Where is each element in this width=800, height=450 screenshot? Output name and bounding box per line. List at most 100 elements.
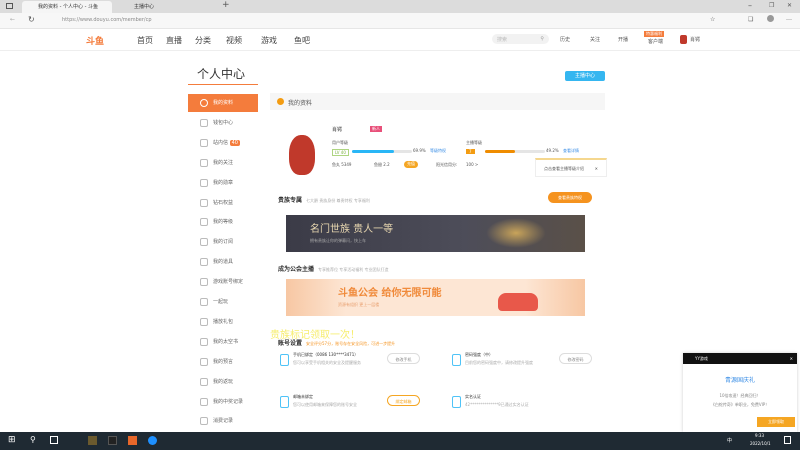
app-icon[interactable] xyxy=(108,436,117,445)
sidebar-item-icon xyxy=(200,337,208,346)
sidebar-item-label: 钻石权益 xyxy=(213,199,234,206)
close-icon[interactable]: ✕ xyxy=(595,166,598,171)
noble-title: 贵族专属 xyxy=(278,197,303,204)
sidebar-item[interactable]: 消费记录 xyxy=(188,412,258,430)
tab-my-profile[interactable]: 我的资料 - 个人中心 - 斗鱼 xyxy=(22,1,112,13)
account-item-desc: 您可以享受手机相关的安全及提醒服务 xyxy=(293,360,361,365)
user-name-menu[interactable]: 肖锷 xyxy=(690,36,700,43)
account-item-desc: 您可以使用邮箱来保障您的账号安全 xyxy=(293,402,357,407)
restore-button[interactable]: ❐ xyxy=(769,2,774,9)
avatar[interactable] xyxy=(289,135,315,175)
edge-icon[interactable] xyxy=(148,436,157,445)
sidebar-item[interactable]: 钱包中心 xyxy=(188,114,258,132)
close-window-button[interactable]: ✕ xyxy=(787,2,792,9)
minimize-button[interactable]: – xyxy=(748,1,752,10)
sidebar-item-label: 站内信 xyxy=(213,139,229,146)
address-bar: ← ↻ https://www.douyu.com/member/cp ☆ ❏ … xyxy=(0,13,800,29)
account-item-title: 实名认证 xyxy=(465,394,481,399)
account-item-button[interactable]: 修改手机 xyxy=(387,353,420,364)
search-icon[interactable]: ⚲ xyxy=(540,36,544,42)
nav-home[interactable]: 首页 xyxy=(137,35,153,46)
user-level-progress xyxy=(352,150,412,153)
nav-game[interactable]: 游戏 xyxy=(261,35,277,46)
sidebar-item[interactable]: 我的太空书 xyxy=(188,333,258,351)
notification-icon[interactable] xyxy=(784,436,791,444)
account-item-button[interactable]: 绑定邮箱 xyxy=(387,395,420,406)
sidebar-item[interactable]: 我的等级 xyxy=(188,213,258,231)
claim-now-button[interactable]: 立即领取 xyxy=(757,417,795,427)
sidebar-item-icon xyxy=(200,198,208,207)
guild-banner[interactable]: 斗鱼公会 给你无限可能 资源有组织 更上一层楼 xyxy=(286,279,585,316)
yy-game-popup: YY游戏 ✕ 青源国庆礼 10倍攻速！经典回归！ 《白蛇传奇》单职业，免费VIP！… xyxy=(683,353,797,432)
sidebar-item[interactable]: 我的中奖记录 xyxy=(188,393,258,411)
anchor-level-progress xyxy=(485,150,545,153)
nav-video[interactable]: 视频 xyxy=(226,35,242,46)
sidebar-item[interactable]: 我的预言 xyxy=(188,353,258,371)
sidebar-item[interactable]: 钻石权益 xyxy=(188,194,258,212)
account-item-icon xyxy=(452,354,461,366)
noble-section-title: 贵族专属 七大爵 贵族身份 尊贵特权 专享福利 xyxy=(278,195,370,204)
noble-banner[interactable]: 名门世族 贵人一等 拥有贵族让你的弹幕闪，快上车 xyxy=(286,215,585,252)
tab-actions-icon[interactable] xyxy=(6,3,13,9)
sidebar-item[interactable]: 游戏账号绑定 xyxy=(188,273,258,291)
app-icon[interactable] xyxy=(128,436,137,445)
credit-score[interactable]: 100 > xyxy=(466,162,478,167)
account-item-button[interactable]: 修改密码 xyxy=(559,353,592,364)
douyu-logo[interactable]: 斗鱼 xyxy=(86,34,122,47)
profile-icon[interactable] xyxy=(767,15,774,22)
anchor-center-button[interactable]: 主播中心 xyxy=(565,71,605,81)
collections-icon[interactable]: ❏ xyxy=(748,16,753,23)
view-noble-privilege-button[interactable]: 查看贵族特权 xyxy=(548,192,592,203)
clock-date[interactable]: 2022/10/1 xyxy=(750,441,771,446)
sidebar-item-icon xyxy=(200,298,208,306)
more-icon[interactable]: … xyxy=(786,15,792,22)
sidebar-item[interactable]: 我的返玩 xyxy=(188,373,258,391)
user-avatar[interactable] xyxy=(680,35,687,44)
favorites-icon[interactable]: ☆ xyxy=(710,16,715,23)
windows-start-icon[interactable]: ⊞ xyxy=(8,435,16,445)
sidebar-item[interactable]: 我的订阅 xyxy=(188,233,258,251)
client-link[interactable]: 客户端 xyxy=(648,38,663,45)
tab-anchor-center[interactable]: 主播中心 xyxy=(118,1,208,13)
sidebar-item[interactable]: 一起玩 xyxy=(188,293,258,311)
back-icon[interactable]: ← xyxy=(10,16,15,23)
sidebar-item-label: 我的太空书 xyxy=(213,338,239,345)
profile-header: 我的资料 xyxy=(270,93,605,110)
anchor-detail-link[interactable]: 查看详情 xyxy=(563,148,579,154)
sidebar-item-label: 我的预言 xyxy=(213,358,234,365)
nav-yuba[interactable]: 鱼吧 xyxy=(294,35,310,46)
sidebar-item-icon xyxy=(200,238,208,247)
sidebar-item-label: 我的等级 xyxy=(213,219,234,226)
sidebar-item[interactable]: 播放礼包 xyxy=(188,313,258,331)
credit-label: 阳光信用分: xyxy=(436,162,458,167)
new-tab-button[interactable]: + xyxy=(222,0,230,10)
search-taskbar-icon[interactable]: ⚲ xyxy=(30,435,36,444)
task-view-icon[interactable] xyxy=(50,436,58,444)
sidebar-item-label: 我的资料 xyxy=(213,100,234,106)
user-level-badge: LV 40 xyxy=(332,149,349,156)
page-title: 个人中心 xyxy=(197,67,246,81)
account-item: 邮箱未绑定 您可以使用邮箱来保障您的账号安全 绑定邮箱 xyxy=(280,394,430,418)
sidebar-item[interactable]: 我的关注 xyxy=(188,154,258,172)
sidebar-item[interactable]: 我的资料 xyxy=(188,94,258,112)
sidebar-item[interactable]: 我的道具 xyxy=(188,253,258,271)
fishball-count: 鱼丸 5349 xyxy=(332,162,352,167)
url-field[interactable]: https://www.douyu.com/member/cp xyxy=(62,17,152,23)
app-icon[interactable] xyxy=(88,436,97,445)
user-privilege-link[interactable]: 等级特权 xyxy=(430,148,446,154)
nav-category[interactable]: 分类 xyxy=(195,35,211,46)
tooltip-text: 点击查看主播等级介绍 xyxy=(544,166,584,171)
search-input[interactable]: 搜索 ⚲ xyxy=(492,34,549,44)
clock-time[interactable]: 9:33 xyxy=(755,433,764,438)
sidebar-item[interactable]: 我的勋章 xyxy=(188,174,258,192)
refresh-icon[interactable]: ↻ xyxy=(28,15,35,24)
follow-link[interactable]: 关注 xyxy=(590,36,600,43)
start-live-link[interactable]: 开播 xyxy=(618,36,628,43)
sidebar-item-label: 我的勋章 xyxy=(213,179,234,186)
recharge-button[interactable]: 充值 xyxy=(404,161,418,168)
history-link[interactable]: 历史 xyxy=(560,36,570,43)
ime-indicator[interactable]: 中 xyxy=(727,437,732,444)
sidebar-item[interactable]: 站内信 40 xyxy=(188,134,258,152)
popup-close-icon[interactable]: ✕ xyxy=(790,356,793,361)
nav-live[interactable]: 直播 xyxy=(166,35,182,46)
